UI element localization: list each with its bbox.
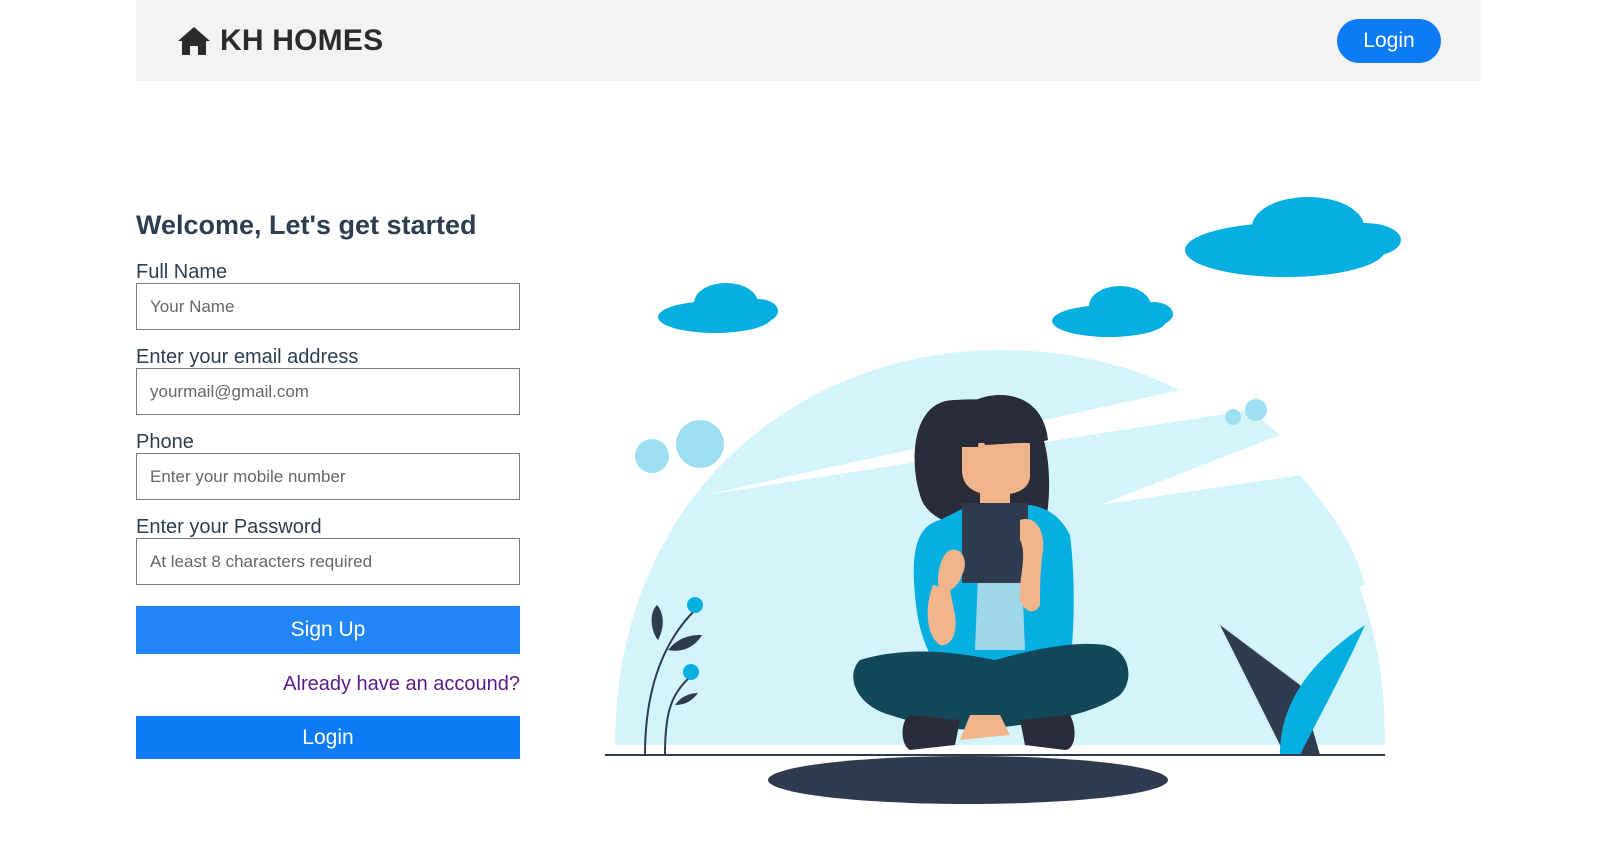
signup-form: Welcome, Let's get started Full Name Ent… [136, 210, 520, 759]
home-icon [178, 26, 210, 55]
password-field: Enter your Password [136, 516, 520, 585]
full-name-field: Full Name [136, 261, 520, 330]
cloud-middle-icon [1052, 286, 1173, 337]
phone-label: Phone [136, 431, 194, 453]
shadow [768, 756, 1168, 804]
cloud-right-icon [1185, 197, 1401, 277]
bubble-icon [1245, 399, 1267, 421]
password-label: Enter your Password [136, 516, 322, 538]
full-name-label: Full Name [136, 261, 228, 283]
brand[interactable]: KH HOMES [176, 24, 383, 58]
header-login-button[interactable]: Login [1337, 18, 1441, 63]
email-input[interactable] [136, 368, 520, 415]
password-input[interactable] [136, 538, 520, 585]
signup-button[interactable]: Sign Up [136, 606, 520, 654]
phone-input[interactable] [136, 453, 520, 500]
woman-reading-tablet-illustration [605, 197, 1401, 804]
login-button[interactable]: Login [136, 716, 520, 759]
full-name-input[interactable] [136, 283, 520, 330]
bubble-icon [676, 420, 724, 468]
bubble-icon [635, 439, 669, 473]
cloud-left-icon [658, 283, 778, 333]
bubble-icon [1225, 409, 1241, 425]
phone-field: Phone [136, 431, 520, 500]
email-label: Enter your email address [136, 346, 359, 368]
page-title: Welcome, Let's get started [136, 210, 477, 240]
brand-name: KH HOMES [220, 23, 384, 57]
already-have-account-link[interactable]: Already have an accound? [136, 672, 520, 696]
navbar: KH HOMES Login [136, 0, 1481, 81]
email-field: Enter your email address [136, 346, 520, 415]
